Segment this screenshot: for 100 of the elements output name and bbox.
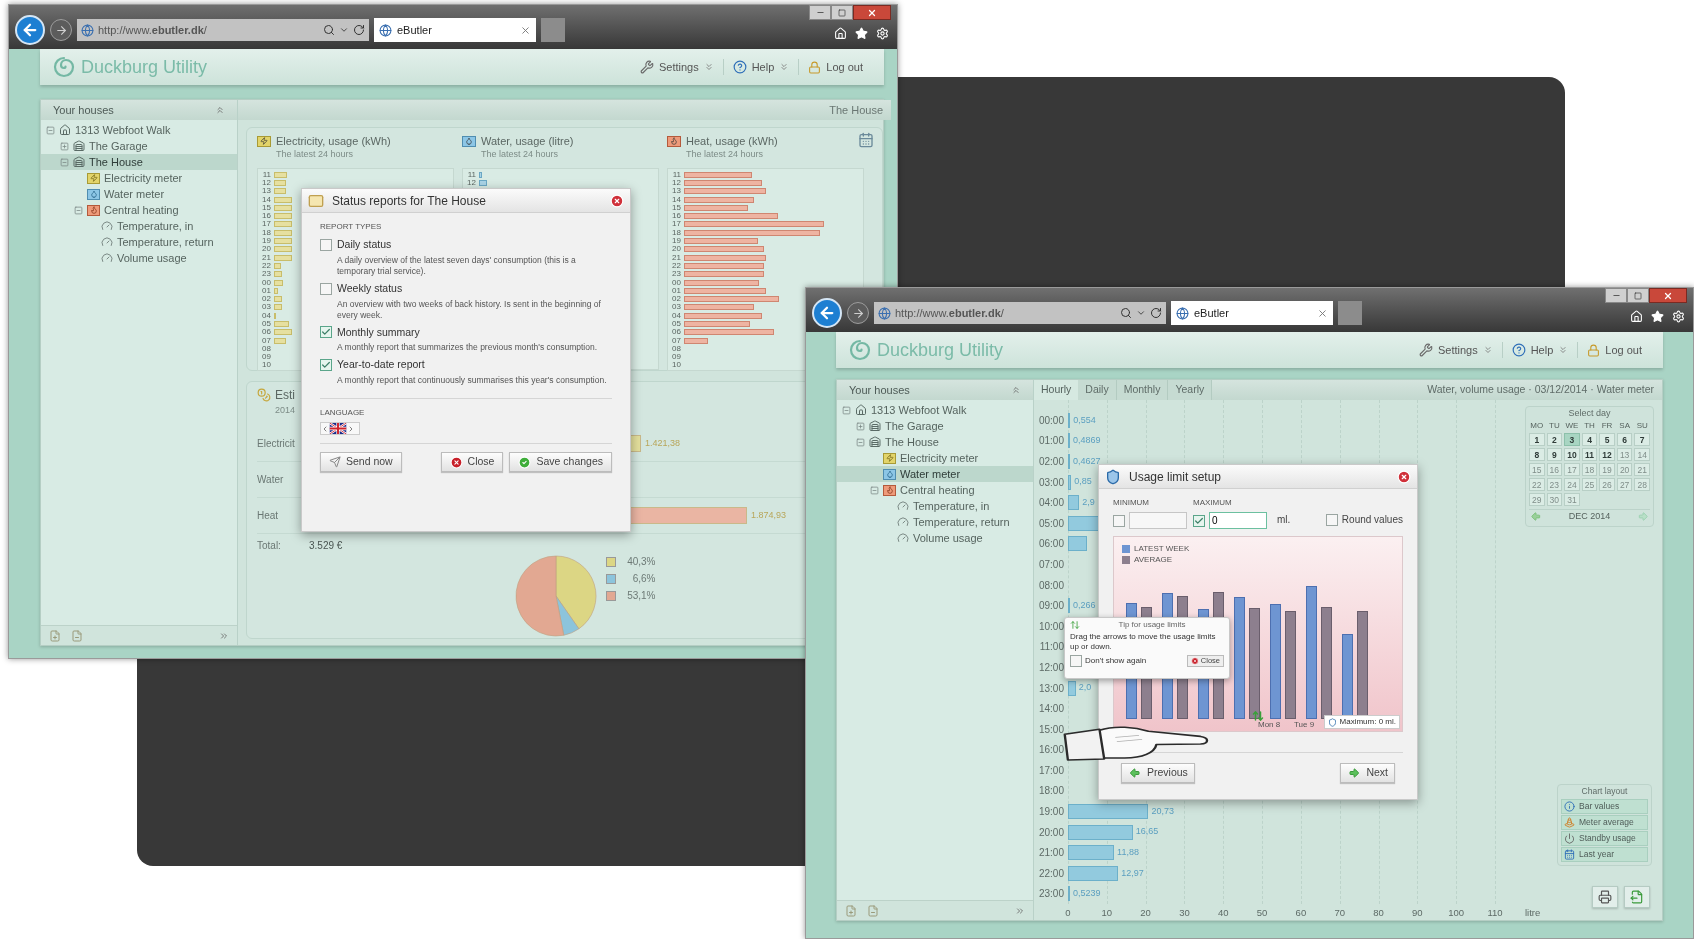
tree-item[interactable]: The House	[41, 154, 237, 170]
tree-item[interactable]: The Garage	[837, 418, 1033, 434]
minimize-button[interactable]	[1605, 288, 1627, 303]
tree-item[interactable]: 1313 Webfoot Walk	[41, 122, 237, 138]
previous-icon[interactable]	[321, 424, 329, 433]
calendar-day[interactable]: 3	[1564, 433, 1580, 446]
home-icon[interactable]	[1630, 310, 1643, 323]
tab[interactable]: Hourly	[1034, 380, 1079, 400]
maximize-button[interactable]	[1627, 288, 1649, 303]
star-icon[interactable]	[1651, 310, 1664, 323]
layout-option[interactable]: Meter average	[1561, 814, 1648, 830]
layout-option[interactable]: Last year	[1561, 846, 1648, 862]
dialog-button[interactable]: Next	[1340, 763, 1395, 783]
expand-icon[interactable]	[856, 421, 865, 431]
calendar-icon[interactable]	[858, 132, 874, 148]
back-button[interactable]	[812, 298, 842, 328]
close-window-button[interactable]	[853, 5, 891, 20]
collapse-icon[interactable]	[46, 125, 55, 135]
export-button[interactable]	[1624, 886, 1650, 908]
calendar-day[interactable]: 4	[1581, 433, 1598, 446]
settings-icon[interactable]	[876, 27, 889, 40]
checkbox[interactable]	[320, 359, 332, 372]
tree-item[interactable]: Central heating	[837, 482, 1033, 498]
collapse-icon[interactable]	[856, 437, 865, 447]
back-button[interactable]	[15, 15, 45, 45]
home-icon[interactable]	[834, 27, 847, 40]
checkbox[interactable]	[1193, 514, 1205, 527]
tab[interactable]: Daily	[1078, 380, 1117, 400]
checkbox[interactable]	[320, 238, 332, 251]
remove-file-icon[interactable]	[71, 629, 83, 642]
menu-dropdown[interactable]: Settings	[630, 58, 723, 76]
calendar-day[interactable]: 11	[1581, 448, 1598, 461]
refresh-icon[interactable]	[353, 24, 365, 36]
collapse-icon[interactable]	[842, 405, 851, 415]
menu-dropdown[interactable]: Settings	[1409, 341, 1502, 359]
tree-item[interactable]: Electricity meter	[837, 450, 1033, 466]
collapse-icon[interactable]	[74, 205, 83, 215]
expand-icon[interactable]	[60, 141, 69, 151]
collapse-icon[interactable]	[1011, 385, 1021, 395]
close-tab-icon[interactable]	[520, 24, 531, 36]
caret-icon[interactable]	[1136, 308, 1146, 318]
menu-link[interactable]: Log out	[1577, 341, 1651, 359]
dialog-button[interactable]: Save changes	[509, 452, 612, 472]
tree-item[interactable]: Volume usage	[837, 530, 1033, 546]
close-tab-icon[interactable]	[1317, 307, 1328, 319]
tree-item[interactable]: The House	[837, 434, 1033, 450]
tree-item[interactable]: Temperature, return	[837, 514, 1033, 530]
menu-dropdown[interactable]: Help	[722, 58, 799, 76]
next-icon[interactable]	[347, 424, 355, 433]
browser-tab[interactable]: eButler	[1171, 301, 1333, 325]
tree-item[interactable]: Electricity meter	[41, 170, 237, 186]
print-button[interactable]	[1592, 886, 1618, 908]
address-bar[interactable]: http://www.ebutler.dk/	[874, 302, 1166, 324]
calendar-day[interactable]: 9	[1546, 448, 1563, 461]
checkbox[interactable]	[1325, 513, 1338, 526]
previous-month-icon[interactable]	[1529, 511, 1543, 522]
checkbox[interactable]	[1070, 655, 1082, 667]
star-icon[interactable]	[855, 27, 868, 40]
tree-item[interactable]: Volume usage	[41, 250, 237, 266]
minimize-button[interactable]	[809, 5, 831, 20]
collapse-icon[interactable]	[215, 105, 225, 115]
tab[interactable]: Yearly	[1168, 380, 1213, 400]
close-icon[interactable]	[1397, 469, 1411, 484]
calendar-day[interactable]: 12	[1599, 448, 1615, 461]
caret-icon[interactable]	[339, 25, 349, 35]
expand-panel-icon[interactable]	[1015, 905, 1025, 916]
menu-link[interactable]: Log out	[798, 58, 872, 76]
calendar-day[interactable]: 10	[1564, 448, 1580, 461]
dialog-button[interactable]: Previous	[1121, 763, 1195, 783]
tree-item[interactable]: Water meter	[837, 466, 1033, 482]
search-icon[interactable]	[1120, 307, 1132, 319]
calendar-day[interactable]: 1	[1529, 433, 1545, 446]
search-icon[interactable]	[323, 24, 335, 36]
calendar-day[interactable]: 7	[1634, 433, 1650, 446]
language-selector[interactable]	[320, 422, 360, 435]
tab[interactable]: Monthly	[1116, 380, 1169, 400]
add-file-icon[interactable]	[49, 629, 61, 642]
forward-button[interactable]	[50, 19, 72, 41]
close-icon[interactable]	[610, 193, 624, 208]
refresh-icon[interactable]	[1150, 307, 1162, 319]
dialog-button[interactable]: Close	[440, 452, 504, 472]
address-bar[interactable]: http://www.ebutler.dk/	[77, 19, 369, 41]
menu-dropdown[interactable]: Help	[1501, 341, 1578, 359]
forward-button[interactable]	[847, 302, 869, 324]
calendar-day[interactable]: 2	[1546, 433, 1563, 446]
calendar-day[interactable]: 8	[1529, 448, 1545, 461]
tree-item[interactable]: Temperature, return	[41, 234, 237, 250]
close-window-button[interactable]	[1649, 288, 1687, 303]
remove-file-icon[interactable]	[867, 904, 879, 917]
layout-option[interactable]: Standby usage	[1561, 830, 1648, 846]
tree-item[interactable]: Water meter	[41, 186, 237, 202]
checkbox[interactable]	[320, 282, 332, 295]
checkbox[interactable]	[320, 326, 332, 339]
collapse-icon[interactable]	[60, 157, 69, 167]
maximize-button[interactable]	[831, 5, 853, 20]
tree-item[interactable]: The Garage	[41, 138, 237, 154]
calendar-day[interactable]: 5	[1599, 433, 1615, 446]
add-file-icon[interactable]	[845, 904, 857, 917]
tree-item[interactable]: Temperature, in	[837, 498, 1033, 514]
calendar-day[interactable]: 6	[1616, 433, 1633, 446]
